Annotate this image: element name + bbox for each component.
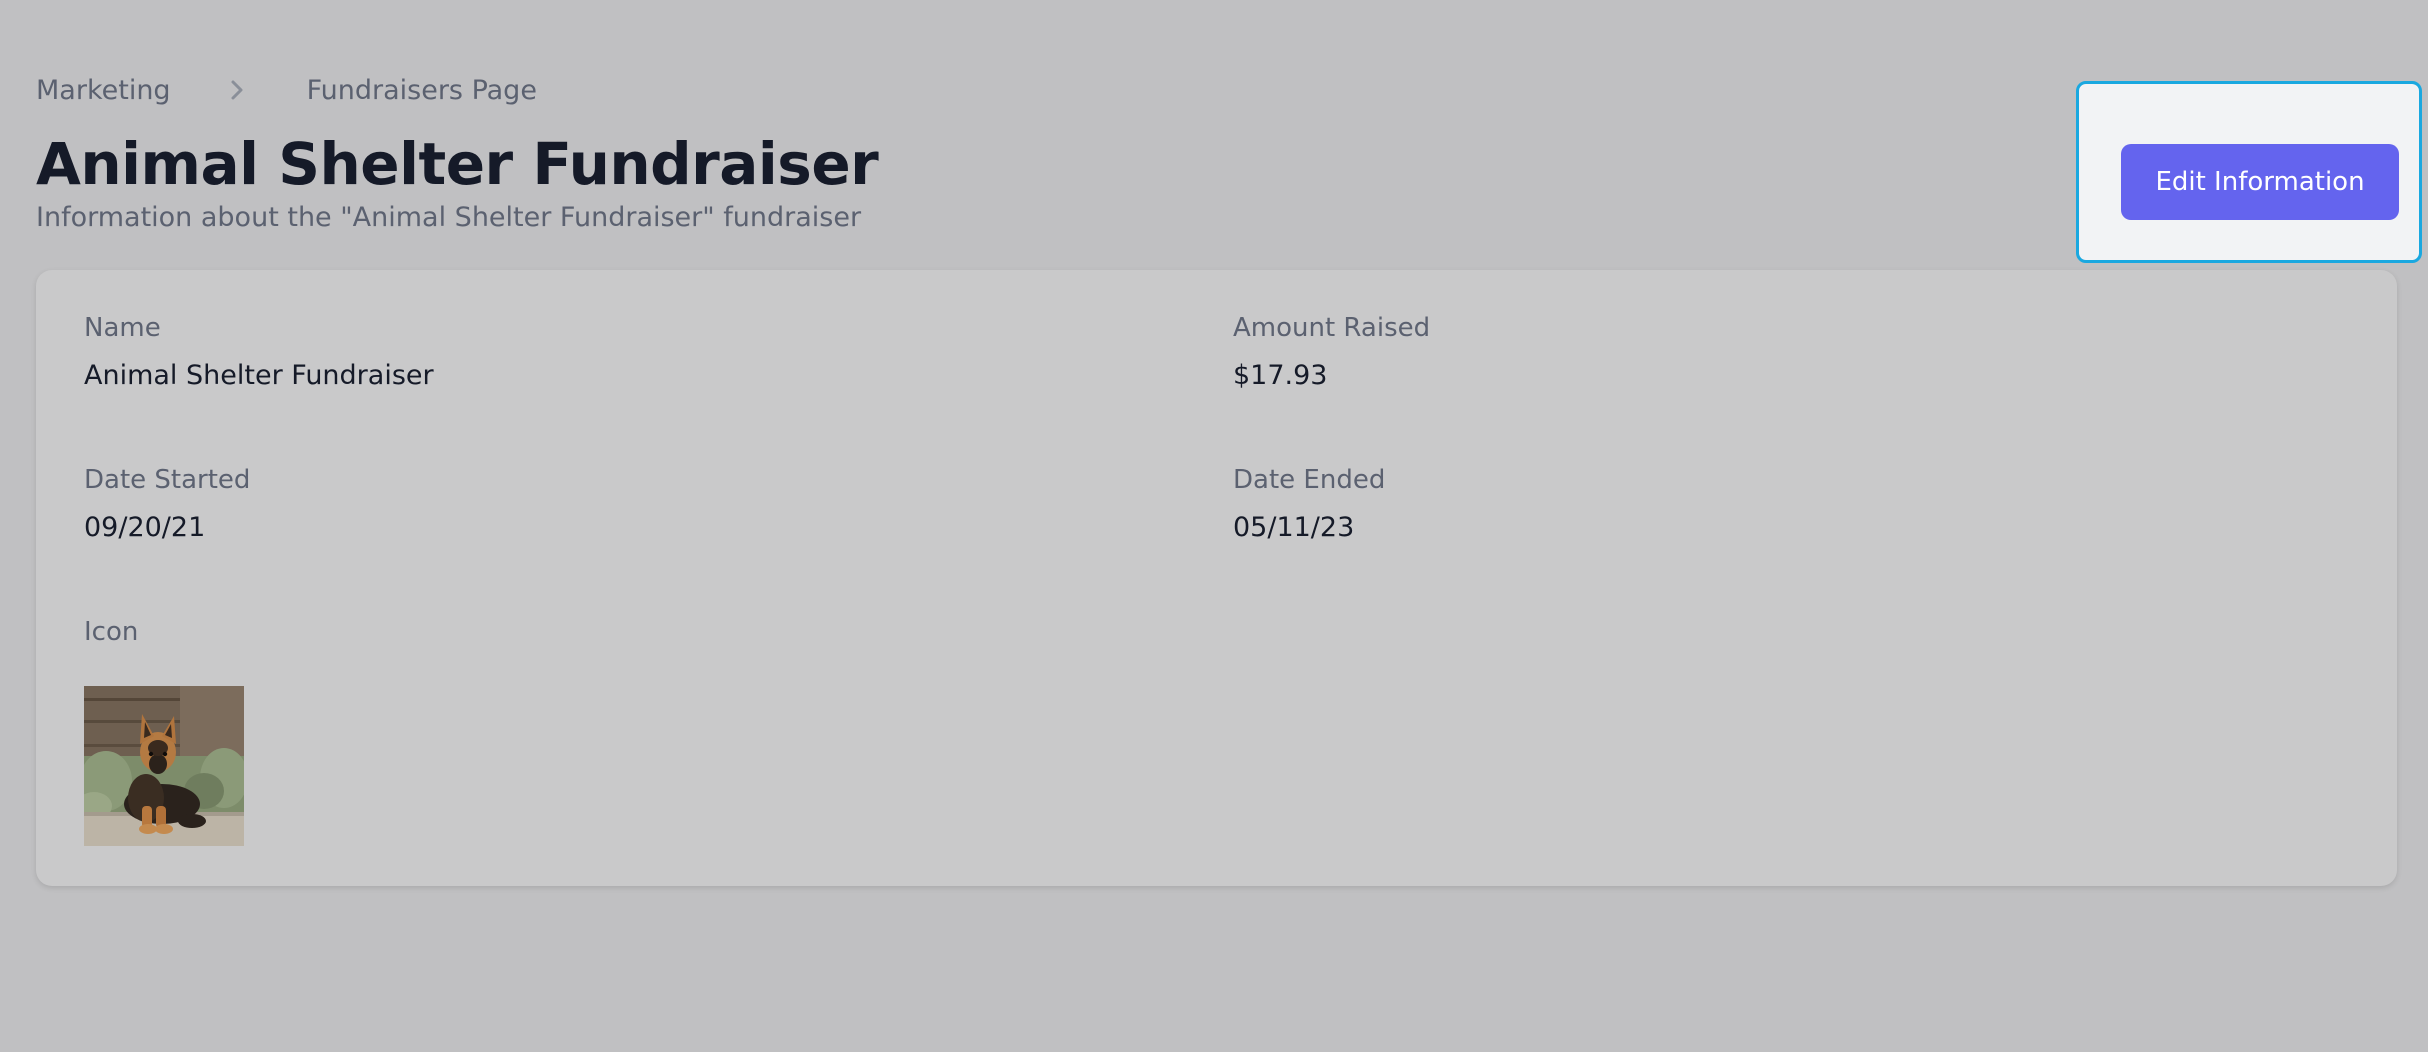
page-subtitle: Information about the "Animal Shelter Fu… [36, 202, 862, 233]
edit-information-button[interactable]: Edit Information [2121, 144, 2399, 220]
name-value: Animal Shelter Fundraiser [84, 360, 434, 391]
chevron-right-icon [207, 72, 267, 108]
breadcrumb-item-marketing[interactable]: Marketing [36, 75, 171, 106]
date-started-value: 09/20/21 [84, 512, 206, 543]
amount-raised-label: Amount Raised [1233, 313, 1431, 343]
date-ended-label: Date Ended [1233, 465, 1386, 495]
fundraiser-icon-image [84, 686, 244, 846]
date-ended-value: 05/11/23 [1233, 512, 1355, 543]
breadcrumb-item-fundraisers-page[interactable]: Fundraisers Page [307, 75, 537, 106]
fundraiser-details-card: Name Animal Shelter Fundraiser Amount Ra… [36, 270, 2397, 886]
breadcrumb: Marketing Fundraisers Page [36, 72, 537, 108]
amount-raised-value: $17.93 [1233, 360, 1328, 391]
edit-button-container: Edit Information [2076, 81, 2422, 263]
icon-label: Icon [84, 617, 139, 647]
page-title: Animal Shelter Fundraiser [36, 130, 879, 198]
date-started-label: Date Started [84, 465, 251, 495]
name-label: Name [84, 313, 161, 343]
